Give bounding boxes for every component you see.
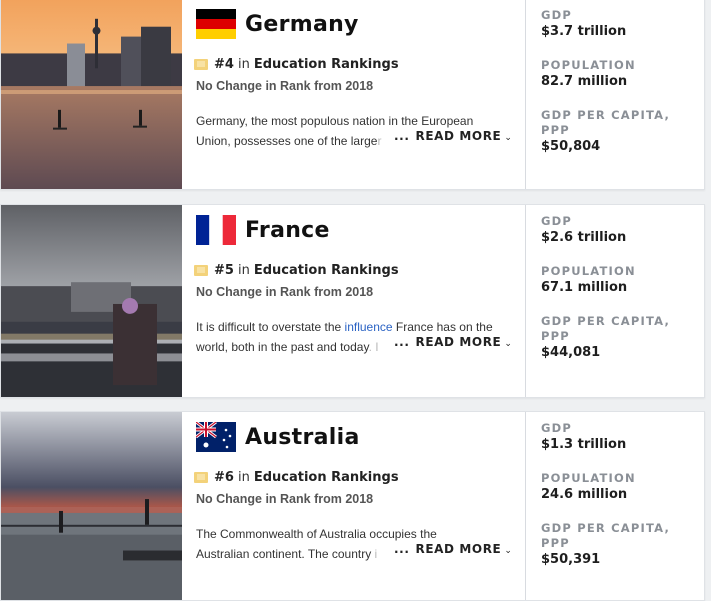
chevron-down-icon: ⌄ xyxy=(504,339,513,349)
ranking-badge-icon xyxy=(194,59,208,70)
stat-population: POPULATION 82.7 million xyxy=(541,58,636,89)
rank-category-link[interactable]: Education Rankings xyxy=(254,263,399,278)
rank-category-link[interactable]: Education Rankings xyxy=(254,470,399,485)
france-stats: GDP $2.6 trillion POPULATION 67.1 millio… xyxy=(525,205,706,397)
rank-in-text: in xyxy=(237,470,250,485)
australia-photo[interactable] xyxy=(1,412,182,600)
stat-population: POPULATION 67.1 million xyxy=(541,264,636,295)
rank-row: #4 in Education Rankings xyxy=(194,57,399,72)
australia-flag-icon xyxy=(196,422,236,452)
stat-gdp: GDP $3.7 trillion xyxy=(541,8,627,39)
rank-change-text: No Change in Rank from 2018 xyxy=(196,79,374,93)
rank-change-text: No Change in Rank from 2018 xyxy=(196,285,374,299)
stat-gdp-per-capita: GDP PER CAPITA, PPP $50,804 xyxy=(541,108,671,154)
germany-photo[interactable] xyxy=(1,0,182,189)
rank-in-text: in xyxy=(237,263,250,278)
description-line: The Commonwealth of Australia occupies t… xyxy=(196,527,437,541)
rank-category-link[interactable]: Education Rankings xyxy=(254,57,399,72)
country-name[interactable]: France xyxy=(245,218,330,243)
rank-number: #5 xyxy=(214,263,234,278)
stat-gdp: GDP $2.6 trillion xyxy=(541,214,627,245)
australia-main: Australia #6 in Education Rankings No Ch… xyxy=(182,412,525,600)
germany-flag-icon xyxy=(196,9,236,39)
influence-link[interactable]: influence xyxy=(345,320,393,334)
country-card-germany: Germany #4 in Education Rankings No Chan… xyxy=(0,0,705,190)
australia-stats: GDP $1.3 trillion POPULATION 24.6 millio… xyxy=(525,412,706,600)
france-photo[interactable] xyxy=(1,205,182,397)
stat-gdp: GDP $1.3 trillion xyxy=(541,421,627,452)
rank-in-text: in xyxy=(237,57,250,72)
rank-number: #4 xyxy=(214,57,234,72)
ranking-badge-icon xyxy=(194,265,208,276)
germany-stats: GDP $3.7 trillion POPULATION 82.7 millio… xyxy=(525,0,706,189)
stat-gdp-per-capita: GDP PER CAPITA, PPP $50,391 xyxy=(541,521,671,567)
ranking-badge-icon xyxy=(194,472,208,483)
description-line: Germany, the most populous nation in the… xyxy=(196,114,474,128)
chevron-down-icon: ⌄ xyxy=(504,546,513,556)
rank-row: #5 in Education Rankings xyxy=(194,263,399,278)
description-line: It is difficult to overstate the influen… xyxy=(196,320,493,334)
germany-main: Germany #4 in Education Rankings No Chan… xyxy=(182,0,525,189)
france-main: France #5 in Education Rankings No Chang… xyxy=(182,205,525,397)
rank-number: #6 xyxy=(214,470,234,485)
australia-title-row: Australia xyxy=(196,420,360,454)
germany-title-row: Germany xyxy=(196,7,359,41)
stat-population: POPULATION 24.6 million xyxy=(541,471,636,502)
read-more-button[interactable]: ... READ MORE ⌄ xyxy=(392,335,513,349)
france-title-row: France xyxy=(196,213,330,247)
rank-row: #6 in Education Rankings xyxy=(194,470,399,485)
country-name[interactable]: Germany xyxy=(245,12,359,37)
country-card-australia: Australia #6 in Education Rankings No Ch… xyxy=(0,411,705,601)
france-flag-icon xyxy=(196,215,236,245)
country-card-france: France #5 in Education Rankings No Chang… xyxy=(0,204,705,398)
read-more-button[interactable]: ... READ MORE ⌄ xyxy=(392,542,513,556)
read-more-button[interactable]: ... READ MORE ⌄ xyxy=(392,129,513,143)
country-list: Germany #4 in Education Rankings No Chan… xyxy=(0,0,711,601)
rank-change-text: No Change in Rank from 2018 xyxy=(196,492,374,506)
country-name[interactable]: Australia xyxy=(245,425,360,450)
chevron-down-icon: ⌄ xyxy=(504,133,513,143)
stat-gdp-per-capita: GDP PER CAPITA, PPP $44,081 xyxy=(541,314,671,360)
